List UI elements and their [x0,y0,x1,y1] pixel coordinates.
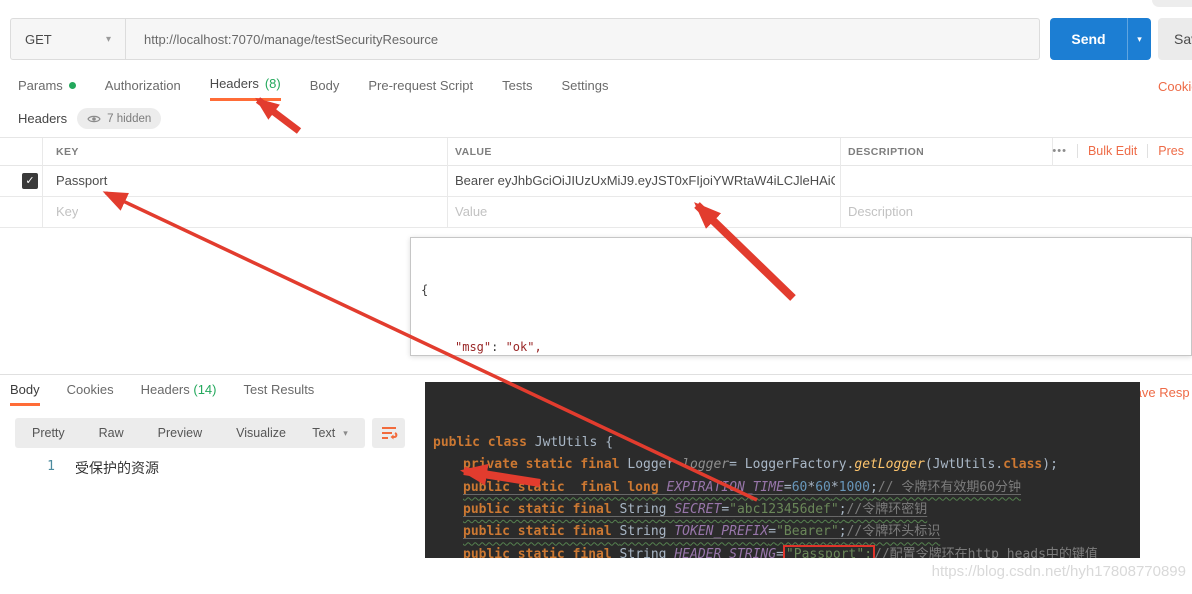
view-visualize-button[interactable]: Visualize [219,426,303,440]
tab-body[interactable]: Body [310,76,340,101]
json-line: "msg": "ok", [421,338,1191,356]
line-number: 1 [0,458,55,478]
tab-tests[interactable]: Tests [502,76,532,101]
response-view-switcher: Pretty Raw Preview Visualize [15,418,303,448]
watermark-url: https://blog.csdn.net/hyh17808770899 [932,563,1186,580]
arrow-to-headers-tab [258,100,299,131]
method-select[interactable]: GET ▾ [11,19,126,59]
tab-settings[interactable]: Settings [561,76,608,101]
hidden-headers-toggle[interactable]: 7 hidden [77,108,161,129]
response-tab-headers[interactable]: Headers (14) [141,382,217,406]
request-url-group: GET ▾ http://localhost:7070/manage/testS… [10,18,1040,60]
header-row-passport: ✓ Passport Bearer eyJhbGciOiJIUzUxMiJ9.e… [0,166,1192,197]
column-divider [42,166,43,197]
send-options-button[interactable]: ▾ [1127,18,1151,60]
params-active-dot-icon [69,82,76,89]
response-tab-cookies[interactable]: Cookies [67,382,114,406]
cookies-link[interactable]: Cookie [1158,79,1192,94]
code-line: public static final long EXPIRATION_TIME… [433,477,1140,499]
send-split-button: Send ▾ [1050,18,1151,60]
value-input-placeholder[interactable]: Value [455,204,487,219]
column-header-key: KEY [56,146,79,158]
response-body-line: 1 受保护的资源 [0,458,159,478]
table-tools: ••• Bulk Edit Pres [1052,144,1184,158]
column-divider [447,138,448,166]
description-input-placeholder[interactable]: Description [848,204,913,219]
headers-count-badge: (8) [265,76,281,91]
response-headers-count-badge: (14) [193,382,216,397]
chevron-down-icon: ▾ [343,428,348,439]
code-line: public static final String HEADER_STRING… [433,544,1140,558]
response-section-divider [0,374,1192,375]
request-tabs: Params Authorization Headers (8) Body Pr… [18,76,608,101]
tab-pre-request-script[interactable]: Pre-request Script [368,76,473,101]
response-tab-body[interactable]: Body [10,382,40,406]
response-tab-test-results[interactable]: Test Results [244,382,315,406]
jwtutils-code-overlay: public class JwtUtils {private static fi… [425,382,1140,558]
code-line: public static final String TOKEN_PREFIX=… [433,521,1140,543]
column-divider [42,138,43,166]
headers-table: KEY VALUE DESCRIPTION ••• Bulk Edit Pres… [0,137,1192,227]
header-key-cell[interactable]: Passport [56,173,436,188]
eye-icon [87,114,101,124]
header-row-empty: Key Value Description [0,197,1192,228]
hidden-count-label: 7 hidden [107,113,151,125]
column-divider [447,166,448,197]
java-code-lines: public class JwtUtils {private static fi… [433,432,1140,558]
column-divider [840,138,841,166]
json-line: { [421,281,1191,300]
column-divider [447,197,448,228]
response-tabs: Body Cookies Headers (14) Test Results [10,382,314,406]
column-divider [840,166,841,197]
more-options-icon[interactable]: ••• [1052,145,1067,157]
key-input-placeholder[interactable]: Key [56,204,78,219]
headers-table-head: KEY VALUE DESCRIPTION ••• Bulk Edit Pres [0,138,1192,166]
view-preview-button[interactable]: Preview [141,426,219,440]
json-response-overlay: { "msg": "ok", "role": "admin", "token":… [410,237,1192,356]
headers-summary-row: Headers 7 hidden [18,108,161,129]
wrap-lines-button[interactable] [372,418,405,448]
postman-request-screen: GET ▾ http://localhost:7070/manage/testS… [0,0,1192,594]
bulk-edit-link[interactable]: Bulk Edit [1088,144,1137,158]
header-enabled-checkbox[interactable]: ✓ [22,173,38,189]
column-divider [42,197,43,228]
save-button[interactable]: Sav [1158,18,1192,60]
view-raw-button[interactable]: Raw [82,426,141,440]
chevron-down-icon: ▾ [106,34,111,45]
code-line: public class JwtUtils { [433,432,1140,454]
tab-params[interactable]: Params [18,76,76,101]
response-body-text: 受保护的资源 [55,458,159,478]
send-button[interactable]: Send [1050,18,1127,60]
header-value-cell[interactable]: Bearer eyJhbGciOiJIUzUxMiJ9.eyJST0xFIjoi… [455,173,835,188]
presets-link[interactable]: Pres [1158,144,1184,158]
column-header-description: DESCRIPTION [848,146,924,158]
divider [1077,144,1078,158]
column-divider [840,197,841,228]
method-label: GET [25,32,52,47]
code-line: public static final String SECRET="abc12… [433,499,1140,521]
tab-authorization[interactable]: Authorization [105,76,181,101]
code-line: private static final Logger logger= Logg… [433,454,1140,476]
wrap-text-icon [380,425,398,441]
truncated-top-element [1152,0,1192,7]
headers-section-label: Headers [18,111,67,126]
response-format-select[interactable]: Text ▾ [295,418,365,448]
url-input[interactable]: http://localhost:7070/manage/testSecurit… [126,19,1039,59]
view-pretty-button[interactable]: Pretty [15,426,82,440]
column-header-value: VALUE [455,146,492,158]
divider [1147,144,1148,158]
passport-highlight-box: "Passport"; [783,545,875,558]
tab-headers[interactable]: Headers (8) [210,76,281,101]
